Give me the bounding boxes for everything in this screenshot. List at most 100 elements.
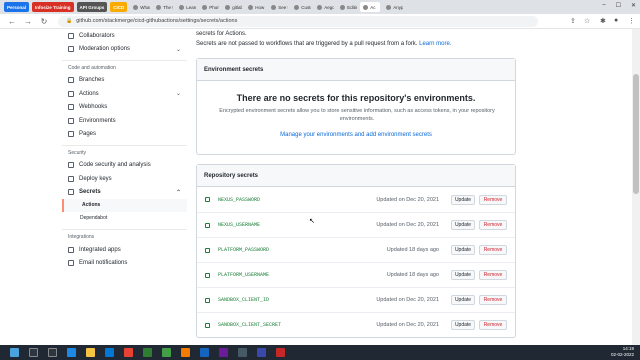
manage-environments-link[interactable]: Manage your environments and add environ… — [207, 132, 505, 138]
sidebar-item-environments[interactable]: Environments — [62, 114, 187, 127]
sidebar-item-deploy-keys[interactable]: Deploy keys — [62, 172, 187, 185]
update-button[interactable]: Update — [451, 194, 475, 205]
secret-updated: Updated 18 days ago — [386, 272, 439, 278]
remove-button[interactable]: Remove — [479, 220, 507, 230]
system-clock[interactable]: 14:19 02-02-2022 — [611, 346, 634, 358]
store-icon[interactable] — [105, 348, 114, 357]
update-button[interactable]: Update — [451, 320, 475, 330]
remove-button[interactable]: Remove — [479, 194, 507, 205]
tab-label: How t — [255, 4, 265, 10]
sidebar-item-collaborators[interactable]: Collaborators — [62, 29, 187, 42]
tab-label: What — [140, 4, 151, 10]
edge-icon[interactable] — [67, 348, 76, 357]
learn-more-link[interactable]: Learn more. — [419, 41, 451, 47]
word-icon[interactable] — [200, 348, 209, 357]
lock-icon — [205, 247, 210, 253]
sidebar-item-branches[interactable]: Branches — [62, 74, 187, 87]
page-scrollbar[interactable] — [632, 29, 640, 345]
secret-row: NEXUS_USERNAME Updated on Dec 20, 2021 Upd… — [197, 212, 515, 237]
browser-tab[interactable]: Phome — [199, 2, 219, 12]
update-button[interactable]: Update — [451, 270, 475, 280]
sidebar-item-pages[interactable]: Pages — [62, 127, 187, 140]
tab-label: The 9 — [163, 4, 173, 10]
remove-button[interactable]: Remove — [479, 295, 507, 305]
secret-updated: Updated on Dec 20, 2021 — [376, 222, 439, 228]
browser-tab[interactable]: The 9 — [153, 2, 173, 12]
browser-tab[interactable]: Personal — [4, 2, 30, 12]
sidebar-item-secrets[interactable]: Secrets ⌃ — [62, 186, 187, 199]
tab-favicon-icon — [386, 4, 392, 10]
task-view-icon[interactable] — [48, 348, 57, 357]
browser-tab[interactable]: Anypo — [383, 2, 403, 12]
teams-icon[interactable] — [219, 348, 228, 357]
secret-row: SANDBOX_CLIENT_SECRET Updated on Dec 20, … — [197, 312, 515, 337]
remove-button[interactable]: Remove — [479, 270, 507, 280]
maximize-icon[interactable]: ☐ — [616, 2, 621, 9]
app-icon[interactable] — [181, 348, 190, 357]
profile-icon[interactable]: ● — [614, 17, 618, 24]
excel-icon[interactable] — [162, 348, 171, 357]
notepad-icon[interactable] — [143, 348, 152, 357]
sidebar-subitem-actions[interactable]: Actions — [62, 198, 187, 212]
sidebar-item-email-notifications[interactable]: Email notifications — [62, 256, 187, 269]
sidebar-item-webhooks[interactable]: Webhooks — [62, 101, 187, 114]
update-button[interactable]: Update — [451, 295, 475, 305]
extensions-icon[interactable]: ✱ — [600, 17, 606, 25]
scrollbar-thumb[interactable] — [633, 74, 639, 194]
sidebar-item-integrated-apps[interactable]: Integrated apps — [62, 243, 187, 256]
bookmark-star-icon[interactable]: ☆ — [584, 17, 590, 25]
sidebar-item-icon — [68, 162, 74, 169]
search-icon[interactable] — [29, 348, 38, 357]
vscode-icon[interactable] — [257, 348, 266, 357]
remove-button[interactable]: Remove — [479, 320, 507, 330]
menu-icon[interactable]: ⋮ — [628, 17, 635, 25]
sidebar-subitem-dependabot[interactable]: Dependabot — [62, 212, 187, 225]
repository-secrets-box: Repository secrets NEXUS_PASSWORD Updated… — [196, 164, 516, 338]
tab-label: Custo — [301, 4, 311, 10]
sidebar-item-label: Actions — [79, 90, 99, 97]
tab-favicon-icon — [133, 4, 139, 10]
browser-tab[interactable]: How t — [245, 2, 265, 12]
browser-tab[interactable]: Aegon — [314, 2, 334, 12]
sidebar-item-actions[interactable]: Actions ⌄ — [62, 87, 187, 100]
secret-name: PLATFORM_PASSWORD — [218, 247, 270, 253]
browser-tab[interactable]: Ac — [360, 2, 381, 12]
app-icon-2[interactable] — [276, 348, 285, 357]
browser-tab[interactable]: API Groups — [76, 2, 108, 12]
sidebar-item-icon — [68, 104, 74, 111]
tab-favicon-icon — [363, 4, 369, 10]
browser-tab[interactable]: Custo — [291, 2, 311, 12]
terminal-icon[interactable] — [238, 348, 247, 357]
browser-tab[interactable]: Learn — [176, 2, 196, 12]
browser-tab[interactable]: CICD — [110, 2, 128, 12]
update-button[interactable]: Update — [451, 245, 475, 255]
browser-tab[interactable]: Infosize Training — [32, 2, 74, 12]
sidebar-item-icon — [68, 259, 74, 266]
remove-button[interactable]: Remove — [479, 245, 507, 255]
windows-start-icon[interactable] — [10, 348, 19, 357]
sidebar-item-moderation-options[interactable]: Moderation options ⌄ — [62, 42, 187, 55]
lock-icon — [205, 297, 210, 303]
secret-name: SANDBOX_CLIENT_ID — [218, 297, 270, 303]
back-icon[interactable]: ← — [8, 17, 16, 26]
secret-name: SANDBOX_CLIENT_SECRET — [218, 322, 282, 328]
close-icon[interactable]: ✕ — [631, 2, 636, 9]
reload-icon[interactable]: ↻ — [40, 17, 48, 26]
url-field[interactable]: 🔒 github.com/stackmerge/cicd-githubactio… — [58, 15, 538, 27]
section-heading-code-automation: Code and automation — [62, 59, 187, 74]
sidebar-item-code-security-and-analysis[interactable]: Code security and analysis — [62, 159, 187, 172]
tab-label: Editin — [347, 4, 357, 10]
share-icon[interactable]: ⇪ — [570, 17, 576, 25]
tab-label: gitlab — [232, 4, 243, 10]
file-explorer-icon[interactable] — [86, 348, 95, 357]
browser-tab[interactable]: What — [130, 2, 150, 12]
browser-tab[interactable]: Editin — [337, 2, 357, 12]
chrome-icon[interactable] — [124, 348, 133, 357]
forward-icon[interactable]: → — [24, 17, 32, 26]
tab-label: Personal — [7, 4, 27, 10]
minimize-icon[interactable]: – — [602, 2, 605, 9]
update-button[interactable]: Update — [451, 220, 475, 230]
sidebar-item-label: Code security and analysis — [79, 162, 151, 169]
browser-tab[interactable]: See fo — [268, 2, 288, 12]
browser-tab[interactable]: gitlab — [222, 2, 242, 12]
